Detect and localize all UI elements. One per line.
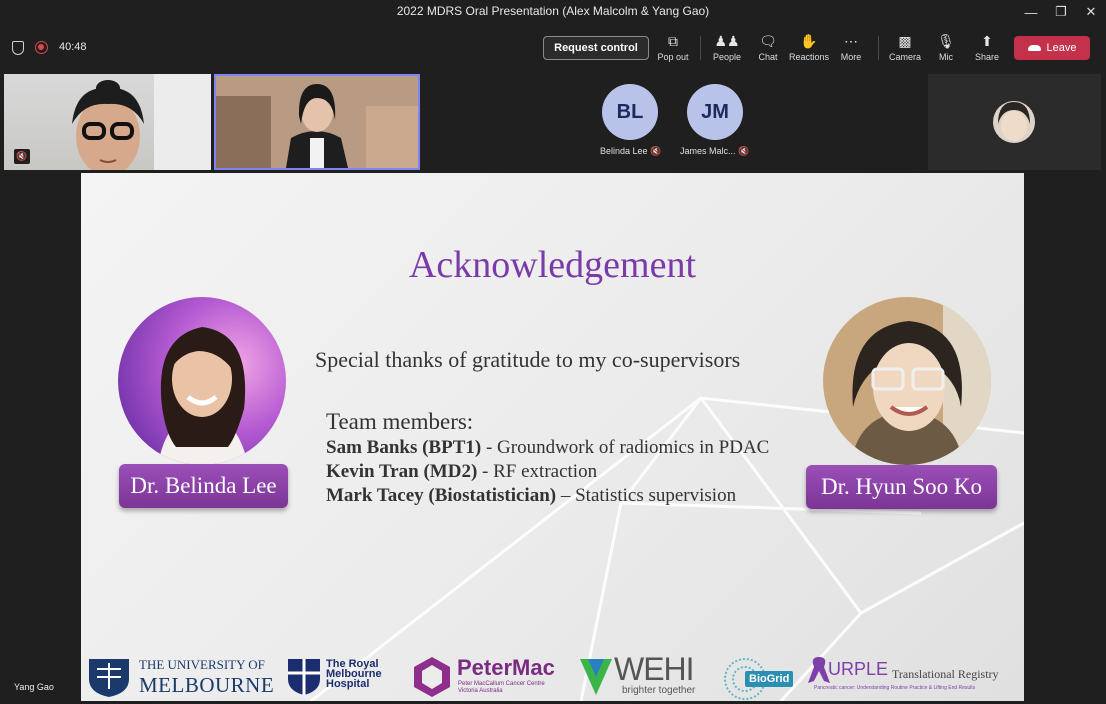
- team-member-role: – Statistics supervision: [556, 485, 737, 506]
- video-tile-presenter[interactable]: [214, 74, 420, 170]
- logo-text: PeterMac: [457, 655, 555, 680]
- pop-out-label: Pop out: [657, 52, 689, 62]
- minimize-icon[interactable]: —: [1016, 2, 1046, 22]
- participant-name: James Malc... 🔇: [680, 146, 749, 157]
- name-tag-right: Dr. Hyun Soo Ko: [806, 465, 997, 509]
- team-member-name: Sam Banks (BPT1): [326, 437, 482, 458]
- melbourne-crest-icon: [89, 659, 129, 697]
- logo-text: Pancreatic cancer: Understanding Routine…: [814, 685, 976, 691]
- slide-title: Acknowledgement: [408, 244, 697, 286]
- portrait-hyun-soo-ko: [823, 297, 991, 465]
- team-member: Kevin Tran (MD2) - RF extraction: [326, 461, 597, 483]
- mic-label: Mic: [939, 52, 953, 62]
- reactions-button[interactable]: ✋ Reactions: [787, 32, 831, 66]
- mic-off-icon: 🔇: [650, 146, 662, 156]
- avatar-belinda-lee[interactable]: BL: [602, 84, 658, 140]
- participant-name-text: Belinda Lee: [600, 146, 648, 156]
- thanks-text: Special thanks of gratitude to my co-sup…: [315, 347, 741, 372]
- window-title: 2022 MDRS Oral Presentation (Alex Malcol…: [396, 4, 710, 18]
- portrait-belinda-lee: [118, 297, 286, 465]
- people-icon: ♟♟: [714, 33, 740, 49]
- reactions-label: Reactions: [788, 52, 830, 62]
- reactions-icon: ✋: [800, 33, 818, 49]
- video-tile-self[interactable]: [928, 74, 1101, 170]
- participant-name: Belinda Lee 🔇: [600, 146, 661, 157]
- share-label: Share: [974, 52, 1000, 62]
- shield-icon: [12, 41, 24, 55]
- video-tile-participant[interactable]: 🔇: [4, 74, 211, 170]
- petermac-hexagon-icon: [414, 657, 450, 697]
- more-label: More: [840, 52, 862, 62]
- mic-off-icon: 🔇: [738, 146, 750, 156]
- phone-icon: [1027, 45, 1041, 51]
- chat-icon: 🗨: [759, 33, 777, 49]
- more-icon: ⋯: [844, 33, 858, 49]
- participant-name-text: James Malc...: [680, 146, 736, 156]
- meeting-timer: 40:48: [59, 41, 87, 53]
- restore-icon[interactable]: ❐: [1046, 2, 1076, 22]
- logo-text: Victoria Australia: [458, 688, 503, 694]
- camera-label: Camera: [888, 52, 921, 62]
- participant-video: [72, 74, 211, 170]
- people-label: People: [712, 52, 742, 62]
- mic-button[interactable]: 🎙 Mic: [924, 32, 968, 66]
- presenter-name-label: Yang Gao: [8, 679, 60, 696]
- share-icon: ⬆: [981, 33, 993, 49]
- logo-text: URPLE: [828, 659, 889, 679]
- more-button[interactable]: ⋯ More: [829, 32, 873, 66]
- camera-button[interactable]: ▩ Camera: [883, 32, 927, 66]
- leave-button[interactable]: Leave: [1014, 36, 1090, 60]
- team-heading: Team members:: [326, 409, 474, 434]
- shared-slide: Acknowledgement Dr. Belinda Lee Dr. Hyun…: [81, 173, 1024, 701]
- toolbar-divider: [878, 36, 879, 60]
- team-member-role: - Groundwork of radiomics in PDAC: [481, 437, 770, 458]
- self-avatar: [993, 101, 1035, 143]
- share-button[interactable]: ⬆ Share: [965, 32, 1009, 66]
- request-control-button[interactable]: Request control: [543, 36, 649, 60]
- window-titlebar: 2022 MDRS Oral Presentation (Alex Malcol…: [0, 0, 1106, 24]
- team-member-role: - RF extraction: [477, 461, 598, 482]
- chat-label: Chat: [758, 52, 778, 62]
- logo-text: MELBOURNE: [139, 673, 275, 697]
- pop-out-icon: ⧉: [668, 33, 678, 49]
- presenter-video: [216, 76, 418, 168]
- logo-text: WEHI: [614, 651, 695, 687]
- logo-text: The Royal Melbourne Hospital: [326, 658, 382, 690]
- close-icon[interactable]: ✕: [1076, 2, 1106, 22]
- team-member: Sam Banks (BPT1) - Groundwork of radiomi…: [326, 437, 769, 459]
- mic-off-icon: 🎙: [937, 33, 955, 49]
- wehi-mark-icon: [580, 659, 612, 695]
- recording-icon: [35, 41, 48, 54]
- leave-label: Leave: [1046, 42, 1077, 54]
- camera-off-icon: ▩: [898, 33, 912, 49]
- avatar-james-malcolm[interactable]: JM: [687, 84, 743, 140]
- chat-button[interactable]: 🗨 Chat: [746, 32, 790, 66]
- rmh-shield-icon: [288, 659, 320, 695]
- team-member: Mark Tacey (Biostatistician) – Statistic…: [326, 485, 736, 507]
- people-button[interactable]: ♟♟ People: [705, 32, 749, 66]
- mic-muted-icon: 🔇: [14, 149, 30, 164]
- meeting-toolbar: 40:48 Request control ⧉ Pop out ♟♟ Peopl…: [0, 24, 1106, 72]
- logo-text: Translational Registry: [892, 667, 999, 681]
- logo-text: Peter MacCallum Cancer Centre: [458, 681, 545, 687]
- name-tag-left: Dr. Belinda Lee: [119, 464, 288, 508]
- logo-text: brighter together: [622, 685, 696, 696]
- pop-out-button[interactable]: ⧉ Pop out: [651, 32, 695, 66]
- logo-text: THE UNIVERSITY OF: [139, 657, 265, 672]
- toolbar-divider: [700, 36, 701, 60]
- team-member-name: Mark Tacey (Biostatistician): [326, 485, 557, 506]
- team-member-name: Kevin Tran (MD2): [326, 461, 478, 482]
- logo-text: BioGrid: [745, 671, 794, 687]
